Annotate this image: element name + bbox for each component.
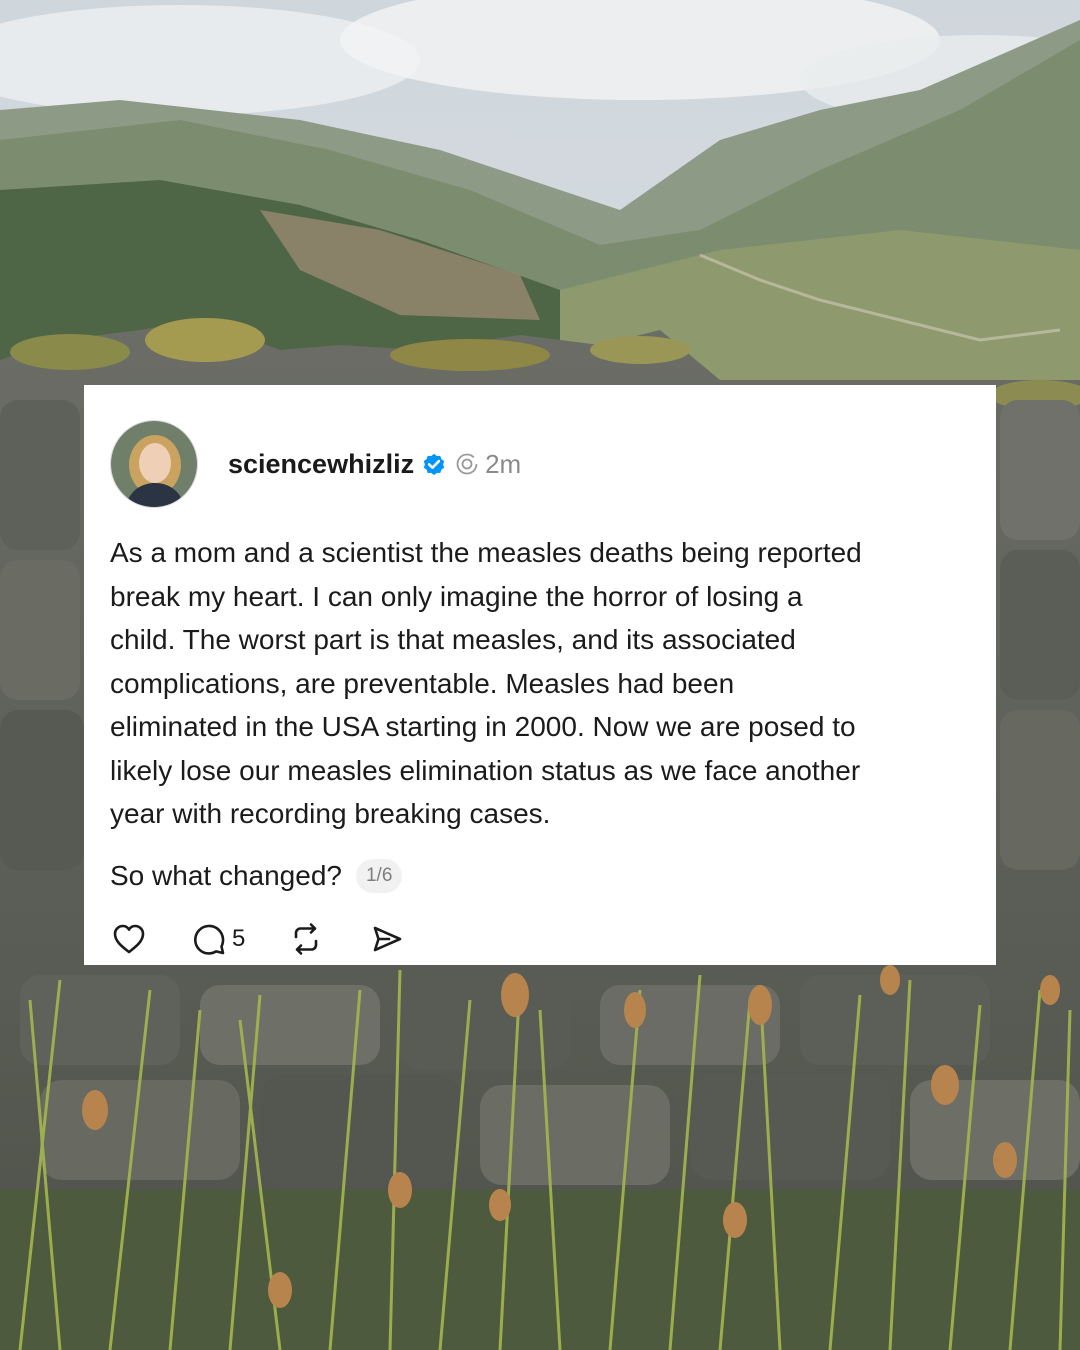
post-actions: 5 — [110, 919, 447, 959]
reply-count: 5 — [232, 925, 246, 952]
post-body: As a mom and a scientist the measles dea… — [110, 531, 980, 836]
post-header: sciencewhizliz 2m — [110, 419, 521, 509]
threads-logo-icon — [456, 453, 478, 475]
like-button[interactable] — [110, 920, 148, 958]
share-icon — [374, 926, 402, 952]
repost-icon — [295, 923, 318, 955]
post-timestamp: 2m — [485, 448, 522, 479]
thread-page-indicator: 1/6 — [355, 859, 403, 893]
avatar-portrait-icon — [111, 421, 197, 507]
verified-badge-icon — [423, 453, 445, 475]
avatar[interactable] — [110, 420, 198, 508]
heart-icon — [113, 924, 145, 954]
post-continuation-row: So what changed? 1/6 — [110, 859, 403, 893]
reply-button[interactable]: 5 — [190, 920, 245, 958]
repost-button[interactable] — [287, 920, 325, 958]
post-body-text: As a mom and a scientist the measles dea… — [110, 537, 862, 829]
comment-icon — [194, 924, 225, 955]
share-button[interactable] — [367, 920, 405, 958]
post-continuation-text: So what changed? — [110, 860, 342, 891]
username[interactable]: sciencewhizliz — [228, 449, 414, 480]
threads-post-card[interactable]: sciencewhizliz 2m As a mom and a scienti… — [84, 385, 996, 965]
